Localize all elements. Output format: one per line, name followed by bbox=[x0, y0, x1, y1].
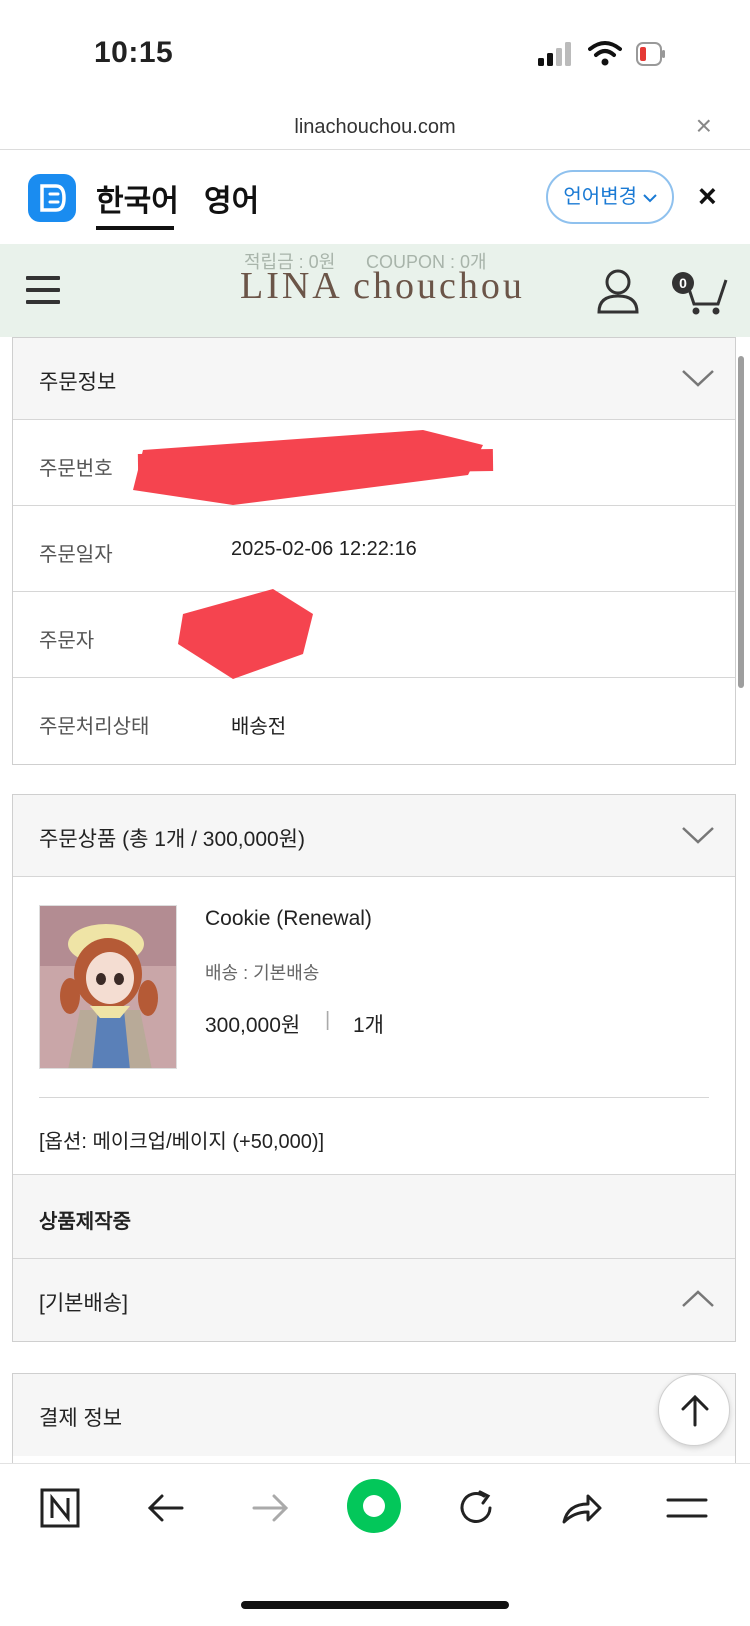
battery-icon bbox=[636, 42, 665, 66]
clock: 10:15 bbox=[94, 36, 174, 69]
payment-header[interactable]: 결제 정보 bbox=[13, 1374, 735, 1456]
user-icon[interactable] bbox=[596, 268, 640, 314]
payment-title: 결제 정보 bbox=[39, 1407, 123, 1430]
order-date-value: 2025-02-06 12:22:16 bbox=[231, 538, 417, 560]
close-icon[interactable]: × bbox=[696, 112, 712, 140]
order-info-title: 주문정보 bbox=[39, 371, 117, 394]
browser-toolbar bbox=[0, 1463, 750, 1626]
wifi-icon bbox=[588, 41, 622, 66]
chevron-up-icon[interactable] bbox=[681, 1289, 715, 1309]
order-status-row: 주문처리상태 배송전 bbox=[13, 678, 735, 764]
redaction-mark bbox=[178, 589, 313, 679]
tab-english[interactable]: 영어 bbox=[204, 176, 259, 220]
order-info-header[interactable]: 주문정보 bbox=[13, 338, 735, 420]
product-quantity: 1개 bbox=[353, 1014, 384, 1037]
order-number-row: 주문번호 bbox=[13, 420, 735, 506]
naver-n-icon[interactable] bbox=[40, 1488, 80, 1528]
arrow-up-icon bbox=[681, 1394, 709, 1427]
menu-icon[interactable] bbox=[666, 1488, 708, 1528]
order-info-panel: 주문정보 주문번호 주문일자 2025-02-06 12:22:16 주문자 주… bbox=[12, 337, 736, 765]
change-language-label: 언어변경 bbox=[563, 186, 638, 208]
order-items-title: 주문상품 (총 1개 / 300,000원) bbox=[39, 828, 305, 851]
order-date-label: 주문일자 bbox=[39, 544, 113, 566]
product-image[interactable] bbox=[39, 905, 177, 1069]
translate-logo-icon bbox=[28, 174, 76, 222]
product-option: [옵션: 메이크업/베이지 (+50,000)] bbox=[39, 1131, 325, 1153]
shipping-group-label: [기본배송] bbox=[39, 1292, 128, 1315]
change-language-button[interactable]: 언어변경 bbox=[546, 170, 674, 224]
redaction-mark bbox=[133, 430, 494, 505]
chevron-down-icon[interactable] bbox=[681, 825, 715, 845]
price-qty-separator: | bbox=[325, 1009, 331, 1031]
orderer-row: 주문자 bbox=[13, 589, 735, 679]
tab-korean[interactable]: 한국어 bbox=[96, 176, 179, 220]
home-indicator bbox=[241, 1601, 509, 1609]
status-bar: 10:15 bbox=[0, 0, 750, 110]
back-arrow-icon[interactable] bbox=[146, 1488, 186, 1528]
product-item: Cookie (Renewal) 배송 : 기본배송 300,000원 | 1개… bbox=[13, 877, 735, 1175]
order-date-row: 주문일자 2025-02-06 12:22:16 bbox=[13, 506, 735, 592]
product-name[interactable]: Cookie (Renewal) bbox=[205, 907, 372, 931]
order-status-value: 배송전 bbox=[231, 716, 287, 738]
production-status-row: 상품제작중 bbox=[13, 1175, 735, 1259]
scrollbar[interactable] bbox=[738, 356, 744, 688]
forward-arrow-icon[interactable] bbox=[250, 1488, 290, 1528]
naver-green-button-icon[interactable] bbox=[346, 1478, 402, 1534]
product-price: 300,000원 bbox=[205, 1014, 301, 1037]
product-shipping: 배송 : 기본배송 bbox=[205, 963, 320, 983]
signal-icon bbox=[538, 42, 571, 66]
divider bbox=[39, 1097, 709, 1098]
cart-count-badge: 0 bbox=[672, 272, 694, 294]
url-text[interactable]: linachouchou.com bbox=[0, 116, 750, 139]
orderer-label: 주문자 bbox=[39, 630, 95, 652]
production-status: 상품제작중 bbox=[39, 1211, 131, 1233]
hamburger-icon[interactable] bbox=[26, 276, 60, 312]
chevron-down-icon[interactable] bbox=[681, 368, 715, 388]
close-icon[interactable]: × bbox=[698, 180, 717, 212]
url-bar: linachouchou.com × bbox=[0, 110, 750, 150]
chevron-down-icon bbox=[642, 194, 657, 203]
translate-bar: 한국어 영어 언어변경 × bbox=[0, 150, 750, 244]
site-header: 적립금 : 0원 COUPON : 0개 LINA chouchou 0 bbox=[0, 244, 750, 337]
share-icon[interactable] bbox=[560, 1488, 604, 1528]
brand-logo[interactable]: LINA chouchou bbox=[240, 264, 525, 308]
payment-panel: 결제 정보 bbox=[12, 1373, 736, 1463]
order-items-panel: 주문상품 (총 1개 / 300,000원) Cookie (Renewal) … bbox=[12, 794, 736, 1342]
order-items-header[interactable]: 주문상품 (총 1개 / 300,000원) bbox=[13, 795, 735, 877]
active-tab-indicator bbox=[96, 226, 174, 230]
scroll-to-top-button[interactable] bbox=[658, 1374, 730, 1446]
order-status-label: 주문처리상태 bbox=[39, 716, 150, 738]
shipping-group-row[interactable]: [기본배송] bbox=[13, 1259, 735, 1341]
refresh-icon[interactable] bbox=[456, 1488, 496, 1528]
order-number-label: 주문번호 bbox=[39, 458, 113, 480]
